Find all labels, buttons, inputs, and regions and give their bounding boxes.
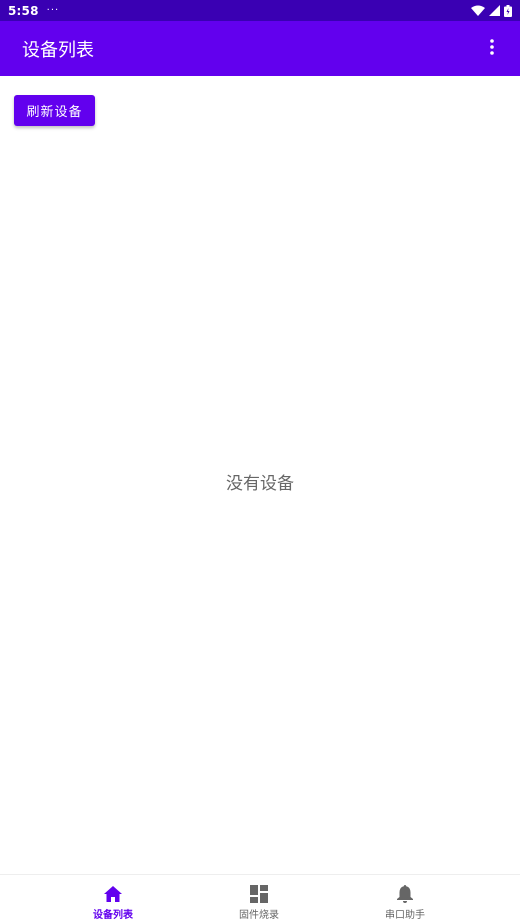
app-bar: 设备列表 [0,21,520,76]
cell-signal-icon [489,5,500,16]
nav-label: 固件烧录 [239,910,279,921]
refresh-devices-button[interactable]: 刷新设备 [14,95,95,126]
nav-item-serial-assistant[interactable]: 串口助手 [345,875,465,924]
status-icons [471,4,512,17]
wifi-icon [471,5,485,16]
nav-label: 设备列表 [93,910,133,921]
page-title: 设备列表 [22,39,94,61]
nav-item-device-list[interactable]: 设备列表 [53,875,173,924]
notification-dots: ··· [46,5,60,16]
more-vert-icon [490,38,494,59]
bottom-navigation: 设备列表 固件烧录 串口助手 [0,874,520,924]
bell-icon [395,884,415,904]
status-time: 5:58 [8,3,39,18]
empty-state-message: 没有设备 [226,474,294,494]
app-screen: 5:58 ··· 设备列表 刷新设备 没有设备 设备列表 固件烧录 串口助手 [0,0,520,924]
battery-icon [504,4,512,17]
nav-item-firmware-flash[interactable]: 固件烧录 [199,875,319,924]
overflow-menu-button[interactable] [480,37,504,61]
dashboard-icon [249,884,269,904]
home-icon [103,884,123,904]
nav-label: 串口助手 [385,910,425,921]
status-bar: 5:58 ··· [0,0,520,21]
